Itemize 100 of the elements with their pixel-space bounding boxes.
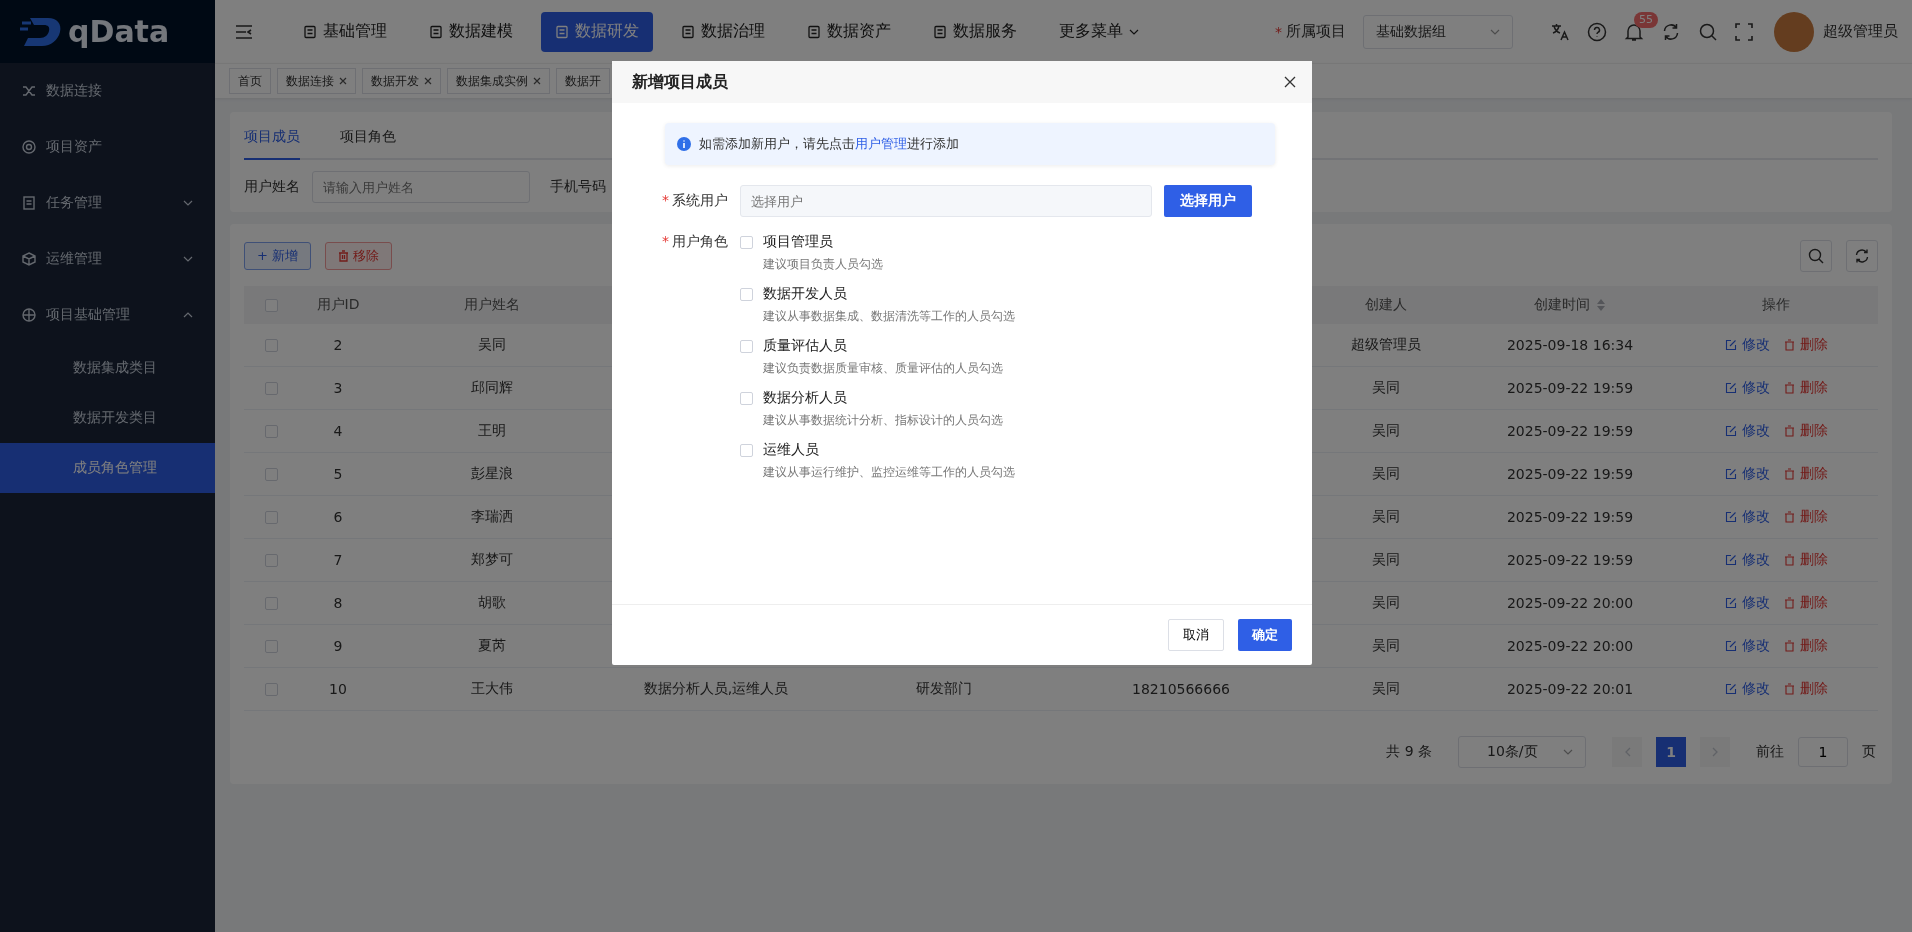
page-tag[interactable]: 数据集成实例: [447, 68, 550, 94]
info-icon: [677, 137, 691, 151]
help-icon[interactable]: [1587, 21, 1607, 42]
role-checkbox[interactable]: [740, 339, 753, 353]
row-checkbox[interactable]: [265, 639, 278, 653]
add-button[interactable]: + 新增: [244, 242, 312, 270]
page-tag[interactable]: 数据开发: [362, 68, 441, 94]
row-checkbox[interactable]: [265, 338, 278, 352]
role-name[interactable]: 数据开发人员: [763, 285, 847, 303]
edit-link[interactable]: 修改: [1724, 680, 1770, 698]
user-management-link[interactable]: 用户管理: [855, 136, 907, 151]
edit-link[interactable]: 修改: [1724, 508, 1770, 526]
user-name[interactable]: 超级管理员: [1823, 22, 1898, 41]
tab[interactable]: 项目成员: [244, 116, 300, 160]
bell-icon[interactable]: [1624, 21, 1644, 42]
edit-link[interactable]: 修改: [1724, 637, 1770, 655]
page-tag[interactable]: 数据连接: [277, 68, 356, 94]
role-name[interactable]: 数据分析人员: [763, 389, 847, 407]
edit-link[interactable]: 修改: [1724, 465, 1770, 483]
translate-icon[interactable]: [1550, 21, 1570, 42]
confirm-button[interactable]: 确定: [1238, 619, 1292, 651]
search-button[interactable]: [1800, 240, 1832, 272]
project-label: 所属项目: [1286, 22, 1346, 41]
page-number[interactable]: 1: [1656, 737, 1686, 767]
delete-link[interactable]: 删除: [1783, 637, 1828, 655]
refresh-button[interactable]: [1846, 240, 1878, 272]
role-name[interactable]: 运维人员: [763, 441, 819, 459]
sort-icon[interactable]: [1596, 298, 1606, 312]
sidebar-subitem[interactable]: 成员角色管理: [0, 443, 215, 493]
delete-link[interactable]: 删除: [1783, 551, 1828, 569]
avatar[interactable]: [1774, 11, 1814, 52]
page-size-select[interactable]: 10条/页: [1458, 736, 1586, 768]
menu-item-icon: [22, 196, 36, 210]
refresh-icon[interactable]: [1661, 21, 1681, 42]
table-cell: 2025-09-22 20:00: [1506, 638, 1634, 654]
edit-icon: [1724, 683, 1737, 695]
goto-page-input[interactable]: 1: [1798, 737, 1848, 767]
edit-link[interactable]: 修改: [1724, 336, 1770, 354]
delete-link[interactable]: 删除: [1783, 465, 1828, 483]
list-icon: [303, 24, 317, 39]
trash-icon: [1783, 640, 1795, 652]
search-icon[interactable]: [1698, 21, 1718, 42]
nav-tab[interactable]: 数据治理: [667, 11, 779, 52]
row-checkbox[interactable]: [265, 682, 278, 696]
row-checkbox[interactable]: [265, 596, 278, 610]
sidebar-subitem[interactable]: 数据开发类目: [0, 393, 215, 443]
delete-link[interactable]: 删除: [1783, 422, 1828, 440]
row-checkbox[interactable]: [265, 424, 278, 438]
row-checkbox[interactable]: [265, 553, 278, 567]
close-icon[interactable]: [1284, 76, 1296, 88]
edit-link[interactable]: 修改: [1724, 379, 1770, 397]
table-cell: 2025-09-22 20:01: [1506, 681, 1634, 697]
sidebar-item[interactable]: 数据连接: [0, 63, 215, 119]
role-checkbox[interactable]: [740, 235, 753, 249]
sidebar-item[interactable]: 项目资产: [0, 119, 215, 175]
role-checkbox[interactable]: [740, 287, 753, 301]
delete-link[interactable]: 删除: [1783, 594, 1828, 612]
remove-button[interactable]: 移除: [325, 242, 393, 270]
delete-link[interactable]: 删除: [1783, 680, 1828, 698]
row-checkbox[interactable]: [265, 381, 278, 395]
nav-tab[interactable]: 数据研发: [541, 11, 653, 52]
delete-link[interactable]: 删除: [1783, 508, 1828, 526]
trash-icon: [1783, 425, 1795, 437]
role-name[interactable]: 质量评估人员: [763, 337, 847, 355]
role-name[interactable]: 项目管理员: [763, 233, 833, 251]
nav-tab[interactable]: 数据服务: [919, 11, 1031, 52]
select-user-button[interactable]: 选择用户: [1164, 185, 1252, 217]
page-tag[interactable]: 数据开: [556, 68, 610, 94]
name-input[interactable]: 请输入用户姓名: [312, 171, 530, 203]
delete-link[interactable]: 删除: [1783, 336, 1828, 354]
nav-tab[interactable]: 数据建模: [415, 11, 527, 52]
column-header: 用户姓名: [464, 296, 520, 314]
page-tag[interactable]: 首页: [229, 68, 271, 94]
nav-tab[interactable]: 基础管理: [289, 11, 401, 52]
row-checkbox[interactable]: [265, 467, 278, 481]
sidebar-subitem[interactable]: 数据集成类目: [0, 343, 215, 393]
role-checkbox[interactable]: [740, 391, 753, 405]
edit-link[interactable]: 修改: [1724, 422, 1770, 440]
sidebar-item[interactable]: 项目基础管理: [0, 287, 215, 343]
tab[interactable]: 项目角色: [340, 116, 396, 160]
trash-icon: [1783, 554, 1795, 566]
role-checkbox[interactable]: [740, 443, 753, 457]
fullscreen-icon[interactable]: [1735, 22, 1753, 41]
table-cell: 2025-09-22 19:59: [1506, 466, 1634, 482]
row-checkbox[interactable]: [265, 510, 278, 524]
cancel-button[interactable]: 取消: [1168, 619, 1224, 651]
sidebar-item[interactable]: 运维管理: [0, 231, 215, 287]
table-cell: 吴同: [1372, 465, 1400, 483]
menu-icon[interactable]: [235, 24, 253, 39]
delete-link[interactable]: 删除: [1783, 379, 1828, 397]
nav-tab[interactable]: 数据资产: [793, 11, 905, 52]
table-cell: 彭星浪: [471, 465, 513, 483]
nav-tab[interactable]: 更多菜单: [1045, 11, 1153, 52]
edit-link[interactable]: 修改: [1724, 551, 1770, 569]
page-suffix: 页: [1862, 743, 1876, 761]
table-cell: 10: [329, 681, 347, 697]
edit-link[interactable]: 修改: [1724, 594, 1770, 612]
project-select[interactable]: 基础数据组: [1363, 14, 1513, 49]
select-all-checkbox[interactable]: [265, 298, 278, 312]
sidebar-item[interactable]: 任务管理: [0, 175, 215, 231]
